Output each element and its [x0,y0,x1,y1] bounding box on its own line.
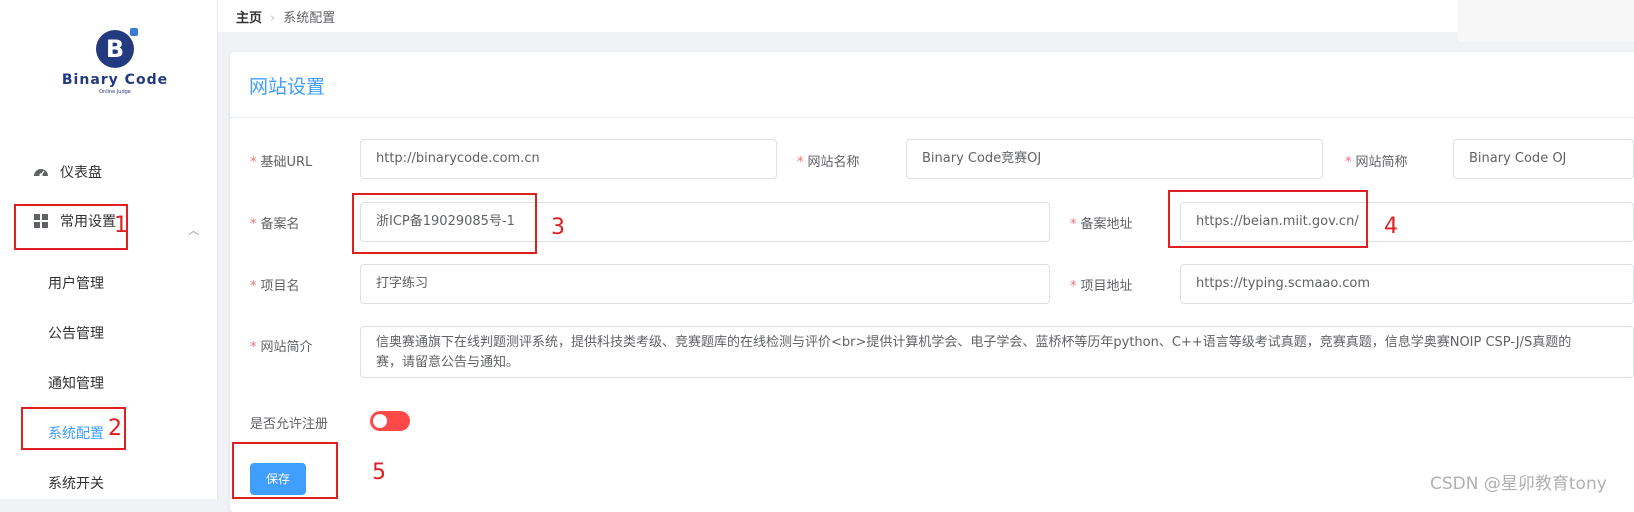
breadcrumb-separator-icon: › [270,11,276,26]
app-logo[interactable]: B Binary Code Online Judge [60,28,170,95]
intro-line-2: 赛，请留意公告与通知。 [376,355,520,370]
annotation-number-5: 5 [372,460,386,485]
annotation-box-3 [352,193,537,254]
site-short-label: * 网站简称 [1345,155,1408,170]
project-url-input[interactable]: https://typing.scmaao.com [1180,264,1634,304]
breadcrumb-home[interactable]: 主页 [236,11,262,26]
site-name-input[interactable]: Binary Code竞赛OJ [906,139,1323,179]
annotation-number-1: 1 [114,213,128,238]
project-name-input[interactable]: 打字练习 [360,264,1050,304]
site-name-label: * 网站名称 [797,155,860,170]
project-url-label: * 项目地址 [1070,279,1133,294]
sidebar-item-dashboard[interactable]: 仪表盘 [0,152,218,192]
sidebar-item-users[interactable]: 用户管理 [48,273,104,293]
dashboard-icon [32,163,50,181]
project-name-label: * 项目名 [250,279,300,294]
intro-label: * 网站简介 [250,340,313,355]
site-short-input[interactable]: Binary Code OJ [1453,139,1634,179]
logo-mark-icon: B [96,28,138,68]
breadcrumb: 主页 › 系统配置 [236,7,335,26]
card-divider [230,117,1634,118]
base-url-label: * 基础URL [250,155,313,170]
top-bar-right-area [1458,0,1634,42]
record-name-label: * 备案名 [250,217,300,232]
logo-letter: B [105,35,125,63]
allow-register-label: 是否允许注册 [250,417,329,432]
annotation-number-4: 4 [1384,214,1398,239]
chevron-up-icon[interactable]: ︿ [188,222,199,238]
annotation-number-3: 3 [551,215,565,240]
annotation-box-4 [1168,190,1368,248]
logo-text: Binary Code [61,72,169,88]
annotation-box-1 [14,204,128,250]
base-url-input[interactable]: http://binarycode.com.cn [360,139,777,179]
annotation-box-5 [232,442,338,499]
annotation-number-2: 2 [108,416,122,441]
logo-subtext: Online Judge [99,89,131,95]
sidebar-item-label: 仪表盘 [60,165,102,181]
top-bar [218,0,1634,32]
record-url-label: * 备案地址 [1070,217,1133,232]
watermark: CSDN @星卯教育tony [1430,474,1607,494]
toggle-knob [373,414,387,428]
sidebar-item-system-switch[interactable]: 系统开关 [48,473,104,493]
intro-textarea[interactable]: 信奥赛通旗下在线判题测评系统，提供科技类考级、竞赛题库的在线检测与评价<br>提… [360,326,1634,378]
intro-line-1: 信奥赛通旗下在线判题测评系统，提供科技类考级、竞赛题库的在线检测与评价<br>提… [376,335,1572,350]
breadcrumb-current: 系统配置 [283,11,336,26]
sidebar-item-announcements[interactable]: 公告管理 [48,323,104,343]
sidebar-item-notifications[interactable]: 通知管理 [48,373,104,393]
card-title: 网站设置 [249,76,326,98]
